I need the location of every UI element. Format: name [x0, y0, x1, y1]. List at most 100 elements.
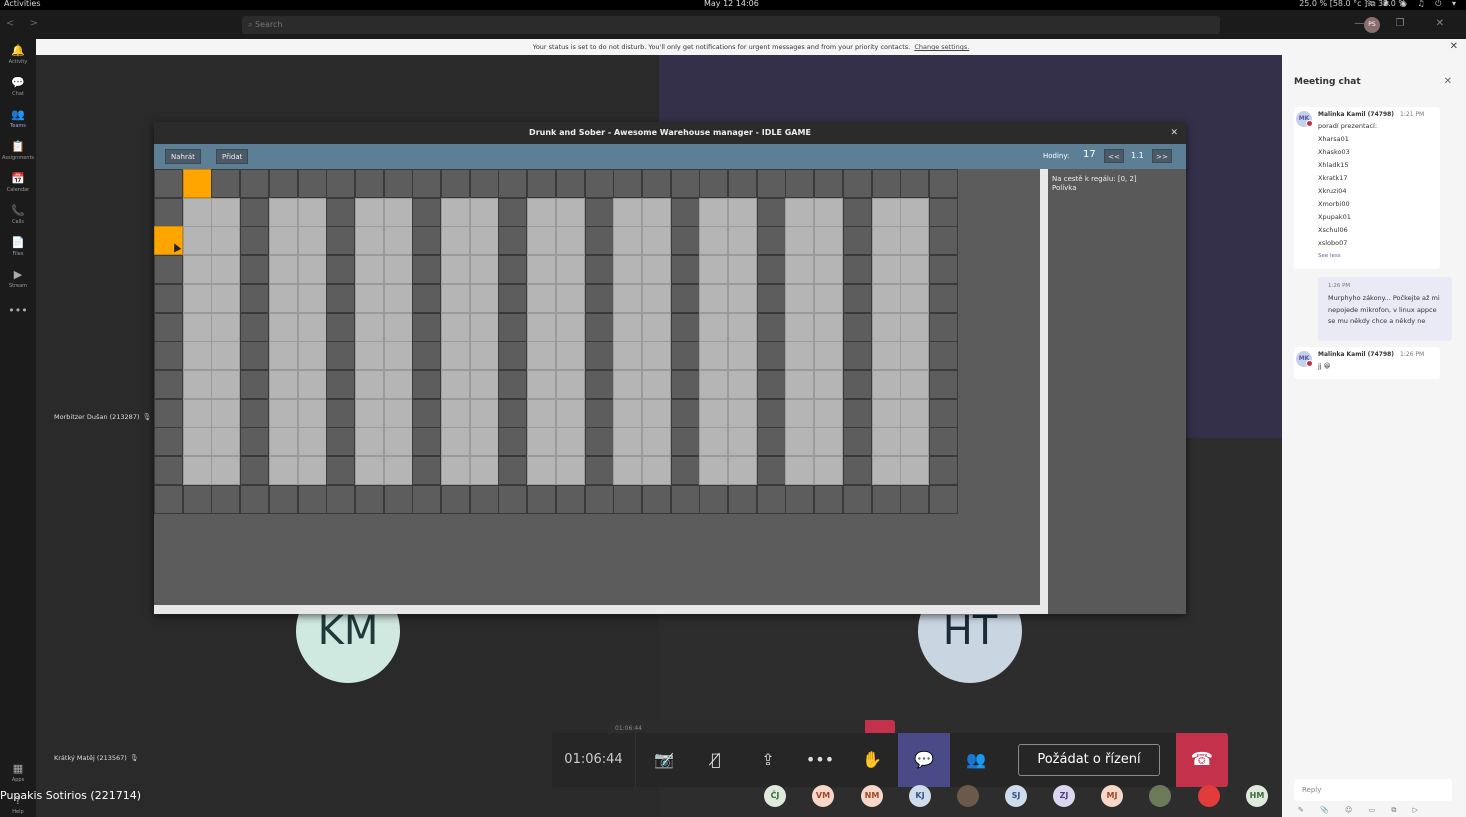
grid-cell[interactable] [842, 398, 872, 428]
grid-cell[interactable] [756, 456, 786, 485]
participant-mini-avatar[interactable]: SJ [1005, 785, 1027, 807]
grid-cell[interactable] [613, 484, 643, 514]
shelf-cell[interactable] [469, 369, 499, 399]
shelf-cell[interactable] [728, 456, 757, 485]
grid-cell[interactable] [412, 197, 442, 227]
shelf-cell[interactable] [641, 226, 671, 256]
grid-cell[interactable] [928, 484, 958, 514]
grid-cell[interactable] [699, 484, 729, 514]
shelf-cell[interactable] [900, 226, 930, 256]
shelf-cell[interactable] [469, 283, 499, 313]
grid-cell[interactable] [928, 427, 958, 457]
rail-item-files[interactable]: 📄 Files [0, 237, 36, 267]
grid-cell[interactable] [498, 169, 528, 198]
grid-cell[interactable] [928, 456, 958, 485]
participant-mini-avatar[interactable]: NM [861, 785, 883, 807]
grid-cell[interactable] [240, 255, 270, 285]
grid-cell[interactable] [326, 312, 356, 342]
shelf-cell[interactable] [383, 197, 413, 227]
grid-cell[interactable] [756, 484, 786, 514]
grid-cell[interactable] [326, 341, 356, 371]
shelf-cell[interactable] [354, 427, 384, 457]
grid-cell[interactable] [240, 312, 270, 342]
grid-cell[interactable] [498, 484, 528, 514]
shelf-cell[interactable] [441, 226, 470, 256]
shelf-cell[interactable] [699, 369, 729, 399]
grid-cell[interactable] [297, 484, 327, 514]
grid-cell[interactable] [584, 456, 614, 485]
grid-cell[interactable] [469, 484, 499, 514]
grid-cell[interactable] [154, 255, 183, 285]
grid-cell[interactable] [240, 283, 270, 313]
grid-cell[interactable] [842, 427, 872, 457]
robot-cell[interactable] [154, 226, 183, 256]
shelf-cell[interactable] [441, 283, 470, 313]
shelf-cell[interactable] [814, 197, 844, 227]
shelf-cell[interactable] [268, 312, 298, 342]
shelf-cell[interactable] [527, 427, 557, 457]
grid-cell[interactable] [842, 283, 872, 313]
grid-cell[interactable] [670, 255, 700, 285]
grid-cell[interactable] [728, 169, 757, 198]
shelf-cell[interactable] [441, 398, 470, 428]
shelf-cell[interactable] [699, 312, 729, 342]
shelf-cell[interactable] [211, 456, 241, 485]
participant-mini-avatar[interactable]: ČJ [764, 785, 786, 807]
shelf-cell[interactable] [814, 255, 844, 285]
shelf-cell[interactable] [469, 197, 499, 227]
next-step-button[interactable]: >> [1152, 149, 1172, 163]
shelf-cell[interactable] [383, 226, 413, 256]
close-icon[interactable]: ✕ [1170, 122, 1178, 144]
shelf-cell[interactable] [354, 456, 384, 485]
participants-button[interactable]: 👥 [950, 733, 1002, 787]
shelf-cell[interactable] [613, 427, 643, 457]
warehouse-grid[interactable] [154, 169, 1042, 605]
grid-cell[interactable] [584, 255, 614, 285]
shelf-cell[interactable] [785, 283, 815, 313]
grid-cell[interactable] [900, 484, 930, 514]
shelf-cell[interactable] [354, 369, 384, 399]
grid-cell[interactable] [326, 398, 356, 428]
shelf-cell[interactable] [900, 427, 930, 457]
shelf-cell[interactable] [182, 255, 212, 285]
shelf-cell[interactable] [699, 341, 729, 371]
grid-cell[interactable] [670, 197, 700, 227]
shelf-cell[interactable] [871, 226, 901, 256]
grid-cell[interactable] [268, 484, 298, 514]
shelf-cell[interactable] [728, 427, 757, 457]
shelf-cell[interactable] [182, 312, 212, 342]
shelf-cell[interactable] [297, 283, 327, 313]
shelf-cell[interactable] [900, 255, 930, 285]
shelf-cell[interactable] [527, 283, 557, 313]
grid-cell[interactable] [326, 369, 356, 399]
shelf-cell[interactable] [383, 398, 413, 428]
grid-cell[interactable] [383, 484, 413, 514]
own-chat-message[interactable]: 1:26 PM Murphyho zákony... Počkejte až m… [1318, 277, 1452, 341]
shelf-cell[interactable] [211, 398, 241, 428]
grid-cell[interactable] [842, 169, 872, 198]
shelf-cell[interactable] [527, 312, 557, 342]
shelf-cell[interactable] [814, 226, 844, 256]
grid-cell[interactable] [613, 169, 643, 198]
shelf-cell[interactable] [469, 255, 499, 285]
shelf-cell[interactable] [555, 456, 585, 485]
shelf-cell[interactable] [354, 341, 384, 371]
grid-cell[interactable] [756, 312, 786, 342]
shelf-cell[interactable] [297, 255, 327, 285]
shelf-cell[interactable] [469, 341, 499, 371]
see-less-link[interactable]: See less [1318, 250, 1436, 263]
grid-cell[interactable] [498, 341, 528, 371]
grid-cell[interactable] [584, 312, 614, 342]
rail-item-assignments[interactable]: 📋 Assignments [0, 141, 36, 171]
load-button[interactable]: Nahrát [165, 149, 201, 164]
shelf-cell[interactable] [268, 226, 298, 256]
shelf-cell[interactable] [641, 369, 671, 399]
shelf-cell[interactable] [469, 398, 499, 428]
robot-cell[interactable] [182, 169, 212, 198]
shelf-cell[interactable] [383, 427, 413, 457]
reply-input[interactable]: Reply [1294, 779, 1452, 801]
grid-cell[interactable] [785, 484, 815, 514]
request-control-button[interactable]: Požádat o řízení [1018, 744, 1160, 776]
shelf-cell[interactable] [785, 369, 815, 399]
rail-item-teams[interactable]: 👥 Teams [0, 109, 36, 139]
